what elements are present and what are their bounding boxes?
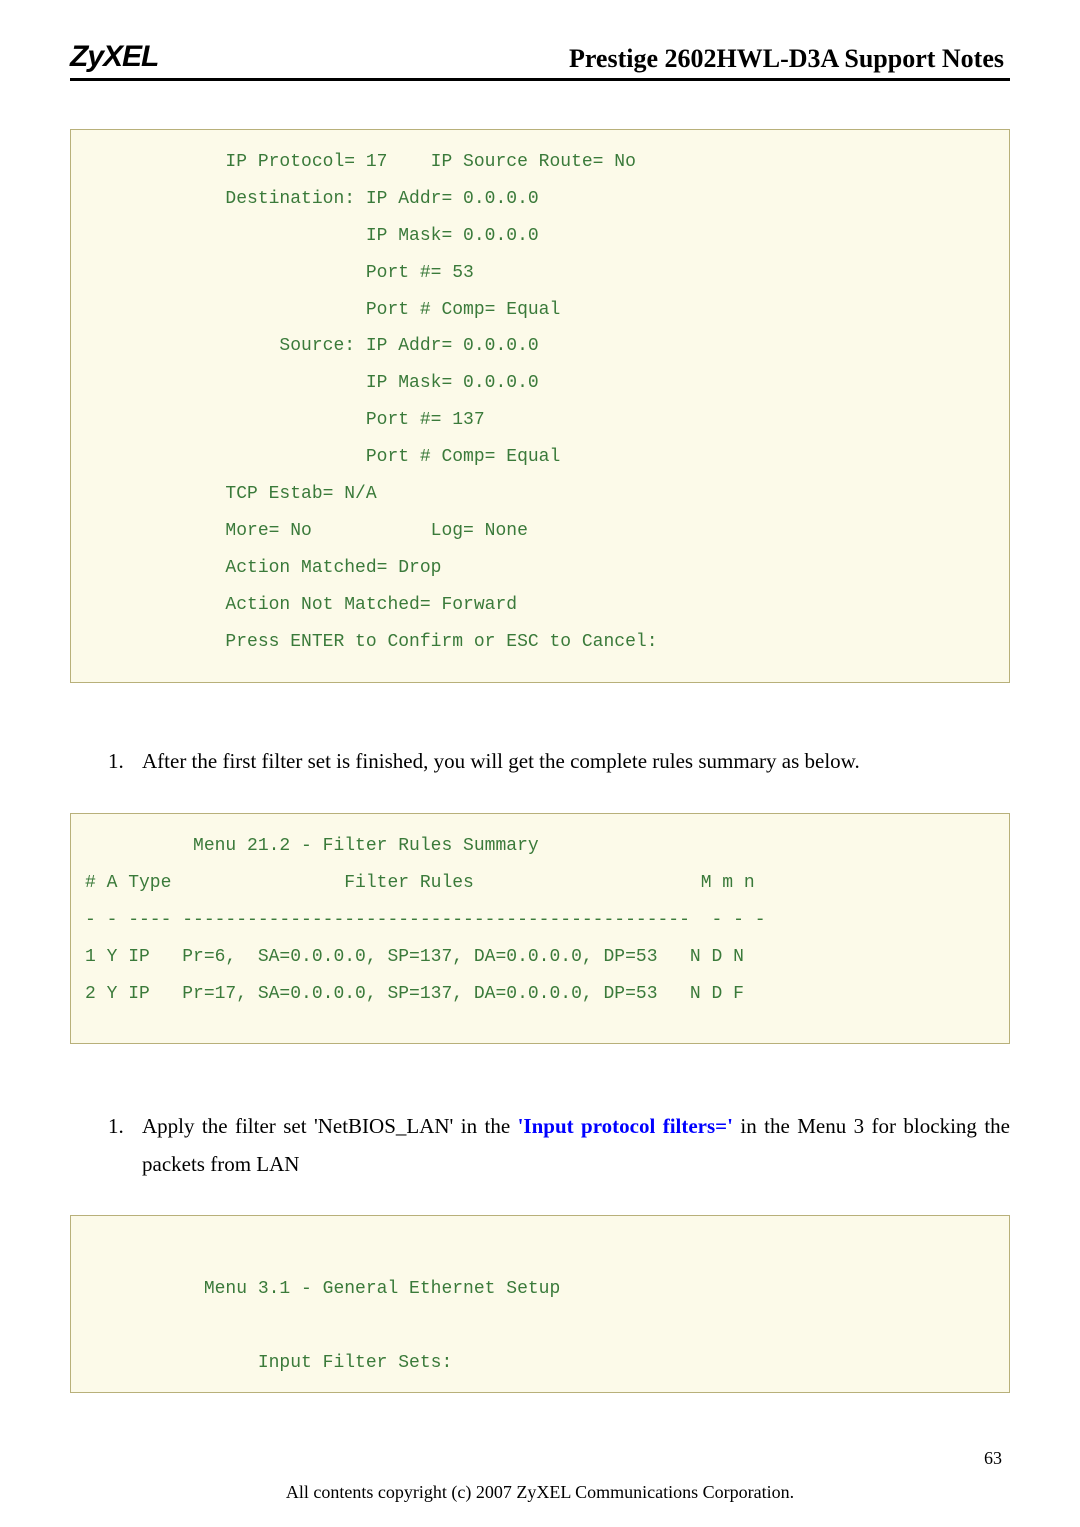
paragraph-item-2: 1. Apply the filter set 'NetBIOS_LAN' in…	[108, 1108, 1010, 1184]
page-number: 63	[984, 1448, 1002, 1469]
paragraph-item-1: 1. After the first filter set is finishe…	[108, 743, 1010, 781]
highlighted-term: 'Input protocol filters='	[518, 1114, 733, 1138]
list-text: After the first filter set is finished, …	[142, 743, 1010, 781]
list-text: Apply the filter set 'NetBIOS_LAN' in th…	[142, 1108, 1010, 1184]
list-number: 1.	[108, 1108, 142, 1184]
document-title: Prestige 2602HWL-D3A Support Notes	[569, 44, 1010, 74]
text-pre: Apply the filter set 'NetBIOS_LAN' in th…	[142, 1114, 518, 1138]
filter-config-codeblock: IP Protocol= 17 IP Source Route= No Dest…	[70, 129, 1010, 683]
brand-logo: ZyXEL	[70, 40, 158, 74]
copyright-footer: All contents copyright (c) 2007 ZyXEL Co…	[0, 1482, 1080, 1503]
rules-summary-codeblock: Menu 21.2 - Filter Rules Summary # A Typ…	[70, 813, 1010, 1043]
page-container: ZyXEL Prestige 2602HWL-D3A Support Notes…	[0, 0, 1080, 1527]
page-header: ZyXEL Prestige 2602HWL-D3A Support Notes	[70, 40, 1010, 81]
ethernet-setup-codeblock: Menu 3.1 - General Ethernet Setup Input …	[70, 1215, 1010, 1393]
list-number: 1.	[108, 743, 142, 781]
